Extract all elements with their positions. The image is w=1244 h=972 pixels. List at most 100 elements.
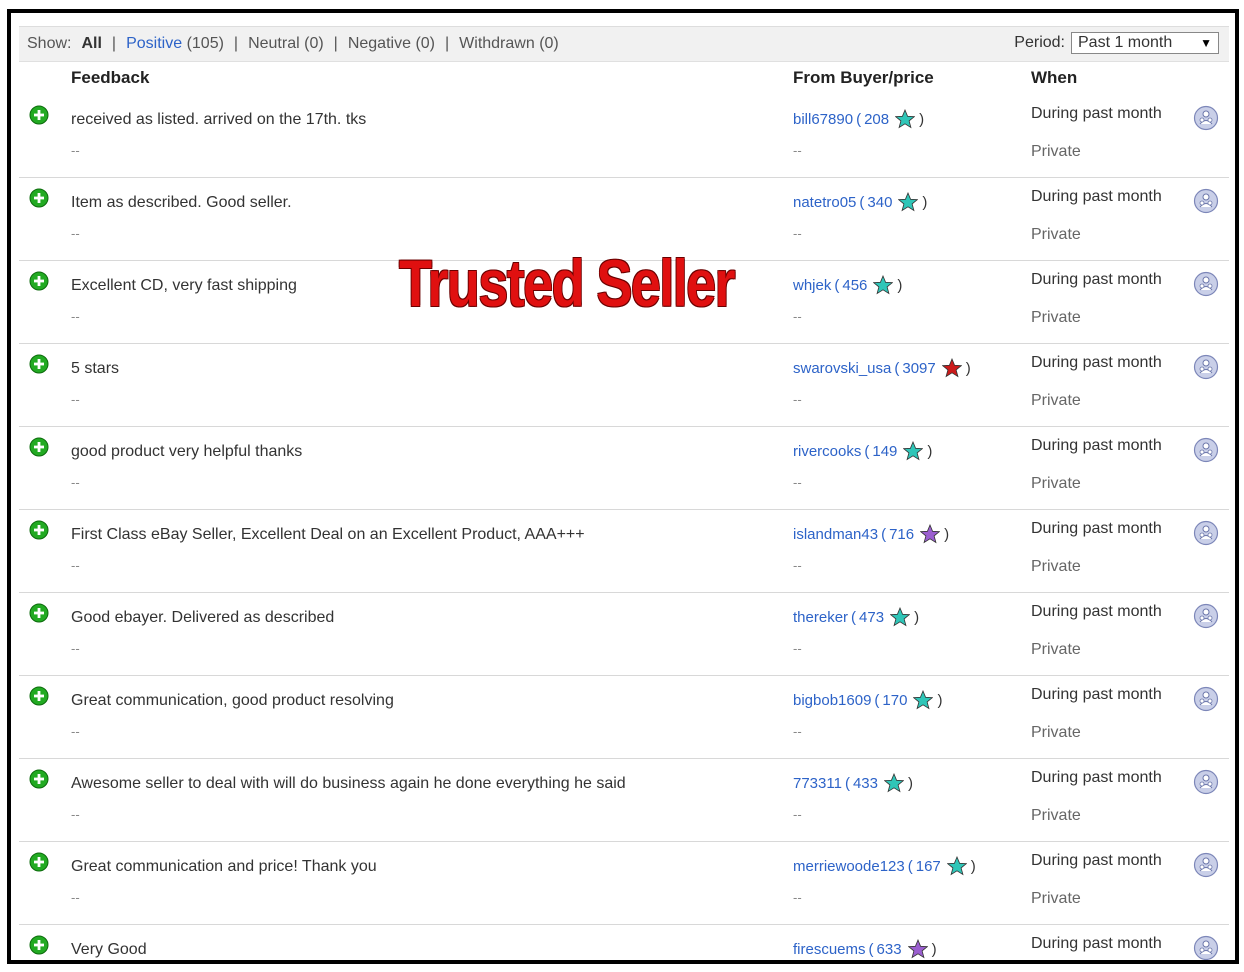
- report-icon[interactable]: [1193, 271, 1219, 297]
- filter-positive[interactable]: Positive (105): [126, 35, 224, 53]
- filter-all[interactable]: All: [81, 35, 101, 53]
- feedback-comment: good product very helpful thanks: [71, 443, 303, 460]
- open-paren: (: [859, 193, 865, 211]
- report-icon[interactable]: [1193, 354, 1219, 380]
- report-icon[interactable]: [1193, 935, 1219, 961]
- positive-feedback-icon: [29, 105, 49, 125]
- report-icon[interactable]: [1193, 188, 1219, 214]
- buyer-username-link[interactable]: merriewoode123: [793, 858, 905, 875]
- feedback-when: During past month: [1031, 686, 1162, 703]
- report-icon[interactable]: [1193, 105, 1219, 131]
- report-icon[interactable]: [1193, 769, 1219, 795]
- filter-negative[interactable]: Negative (0): [348, 35, 435, 53]
- filter-bar: Show: All | Positive (105) | Neutral (0)…: [19, 27, 1229, 62]
- buyer-info: islandman43 ( 716 ): [793, 524, 949, 544]
- buyer-info: bill67890 ( 208 ): [793, 109, 924, 129]
- star-icon[interactable]: [873, 275, 894, 295]
- report-icon[interactable]: [1193, 852, 1219, 878]
- report-icon[interactable]: [1193, 437, 1219, 463]
- star-icon[interactable]: [913, 690, 934, 710]
- report-icon[interactable]: [1193, 520, 1219, 546]
- buyer-feedback-score-link[interactable]: 433: [853, 775, 878, 792]
- open-paren: (: [856, 110, 862, 128]
- star-icon[interactable]: [898, 192, 919, 212]
- column-header-buyer: From Buyer/price: [793, 68, 934, 87]
- privacy-label: Private: [1031, 309, 1081, 326]
- buyer-feedback-score-link[interactable]: 340: [867, 194, 892, 211]
- close-paren: ): [907, 774, 913, 792]
- screenshot-frame: Show: All | Positive (105) | Neutral (0)…: [7, 9, 1239, 964]
- close-paren: ): [965, 359, 971, 377]
- buyer-username-link[interactable]: natetro05: [793, 194, 856, 211]
- positive-feedback-icon: [29, 188, 49, 208]
- open-paren: (: [864, 442, 870, 460]
- buyer-username-link[interactable]: firescuems: [793, 941, 866, 958]
- table-header: Feedback From Buyer/price When: [19, 62, 1229, 95]
- star-icon[interactable]: [895, 109, 916, 129]
- price-placeholder: --: [793, 475, 802, 490]
- filter-withdrawn[interactable]: Withdrawn (0): [459, 35, 559, 53]
- price-placeholder: --: [793, 807, 802, 822]
- buyer-info: thereker ( 473 ): [793, 607, 919, 627]
- star-icon[interactable]: [946, 856, 967, 876]
- buyer-feedback-score-link[interactable]: 208: [864, 111, 889, 128]
- star-icon[interactable]: [890, 607, 911, 627]
- buyer-username-link[interactable]: bill67890: [793, 111, 853, 128]
- feedback-comment: Excellent CD, very fast shipping: [71, 277, 297, 294]
- feedback-row: received as listed. arrived on the 17th.…: [19, 95, 1229, 178]
- buyer-username-link[interactable]: rivercooks: [793, 443, 861, 460]
- close-paren: ): [919, 110, 925, 128]
- price-placeholder: --: [793, 890, 802, 905]
- star-icon[interactable]: [907, 939, 928, 959]
- star-icon[interactable]: [883, 773, 904, 793]
- buyer-username-link[interactable]: whjek: [793, 277, 831, 294]
- buyer-username-link[interactable]: islandman43: [793, 526, 878, 543]
- separator: |: [333, 35, 338, 52]
- feedback-row: First Class eBay Seller, Excellent Deal …: [19, 510, 1229, 593]
- feedback-when: During past month: [1031, 852, 1162, 869]
- feedback-when: During past month: [1031, 188, 1162, 205]
- report-icon[interactable]: [1193, 686, 1219, 712]
- buyer-username-link[interactable]: swarovski_usa: [793, 360, 891, 377]
- close-paren: ): [970, 857, 976, 875]
- buyer-feedback-score-link[interactable]: 633: [877, 941, 902, 958]
- filter-neutral[interactable]: Neutral (0): [248, 35, 324, 53]
- buyer-feedback-score-link[interactable]: 167: [916, 858, 941, 875]
- buyer-feedback-score-link[interactable]: 716: [889, 526, 914, 543]
- open-paren: (: [907, 857, 913, 875]
- close-paren: ): [931, 940, 937, 958]
- star-icon[interactable]: [920, 524, 941, 544]
- report-icon[interactable]: [1193, 603, 1219, 629]
- star-icon[interactable]: [903, 441, 924, 461]
- period-select[interactable]: Past 1 month ▼: [1071, 32, 1219, 54]
- open-paren: (: [868, 940, 874, 958]
- privacy-label: Private: [1031, 807, 1081, 824]
- separator: |: [445, 35, 450, 52]
- feedback-comment: Awesome seller to deal with will do busi…: [71, 775, 626, 792]
- dropdown-arrow-icon: ▼: [1200, 36, 1212, 50]
- buyer-username-link[interactable]: 773311: [793, 775, 842, 792]
- buyer-username-link[interactable]: bigbob1609: [793, 692, 871, 709]
- buyer-feedback-score-link[interactable]: 170: [882, 692, 907, 709]
- buyer-feedback-score-link[interactable]: 3097: [902, 360, 935, 377]
- positive-feedback-icon: [29, 603, 49, 623]
- feedback-list: received as listed. arrived on the 17th.…: [19, 95, 1229, 961]
- buyer-info: natetro05 ( 340 ): [793, 192, 927, 212]
- buyer-feedback-score-link[interactable]: 456: [842, 277, 867, 294]
- buyer-info: 773311 ( 433 ): [793, 773, 913, 793]
- buyer-feedback-score-link[interactable]: 149: [872, 443, 897, 460]
- open-paren: (: [834, 276, 840, 294]
- feedback-comment: Very Good: [71, 941, 147, 958]
- column-header-when: When: [1031, 68, 1078, 87]
- feedback-item-placeholder: --: [71, 641, 80, 656]
- column-header-feedback: Feedback: [71, 68, 150, 87]
- star-icon[interactable]: [941, 358, 962, 378]
- feedback-row: Awesome seller to deal with will do busi…: [19, 759, 1229, 842]
- feedback-comment: Good ebayer. Delivered as described: [71, 609, 335, 626]
- close-paren: ): [914, 608, 920, 626]
- feedback-comment: Great communication and price! Thank you: [71, 858, 377, 875]
- buyer-feedback-score-link[interactable]: 473: [859, 609, 884, 626]
- period-select-value: Past 1 month: [1078, 34, 1173, 51]
- positive-feedback-icon: [29, 769, 49, 789]
- buyer-username-link[interactable]: thereker: [793, 609, 848, 626]
